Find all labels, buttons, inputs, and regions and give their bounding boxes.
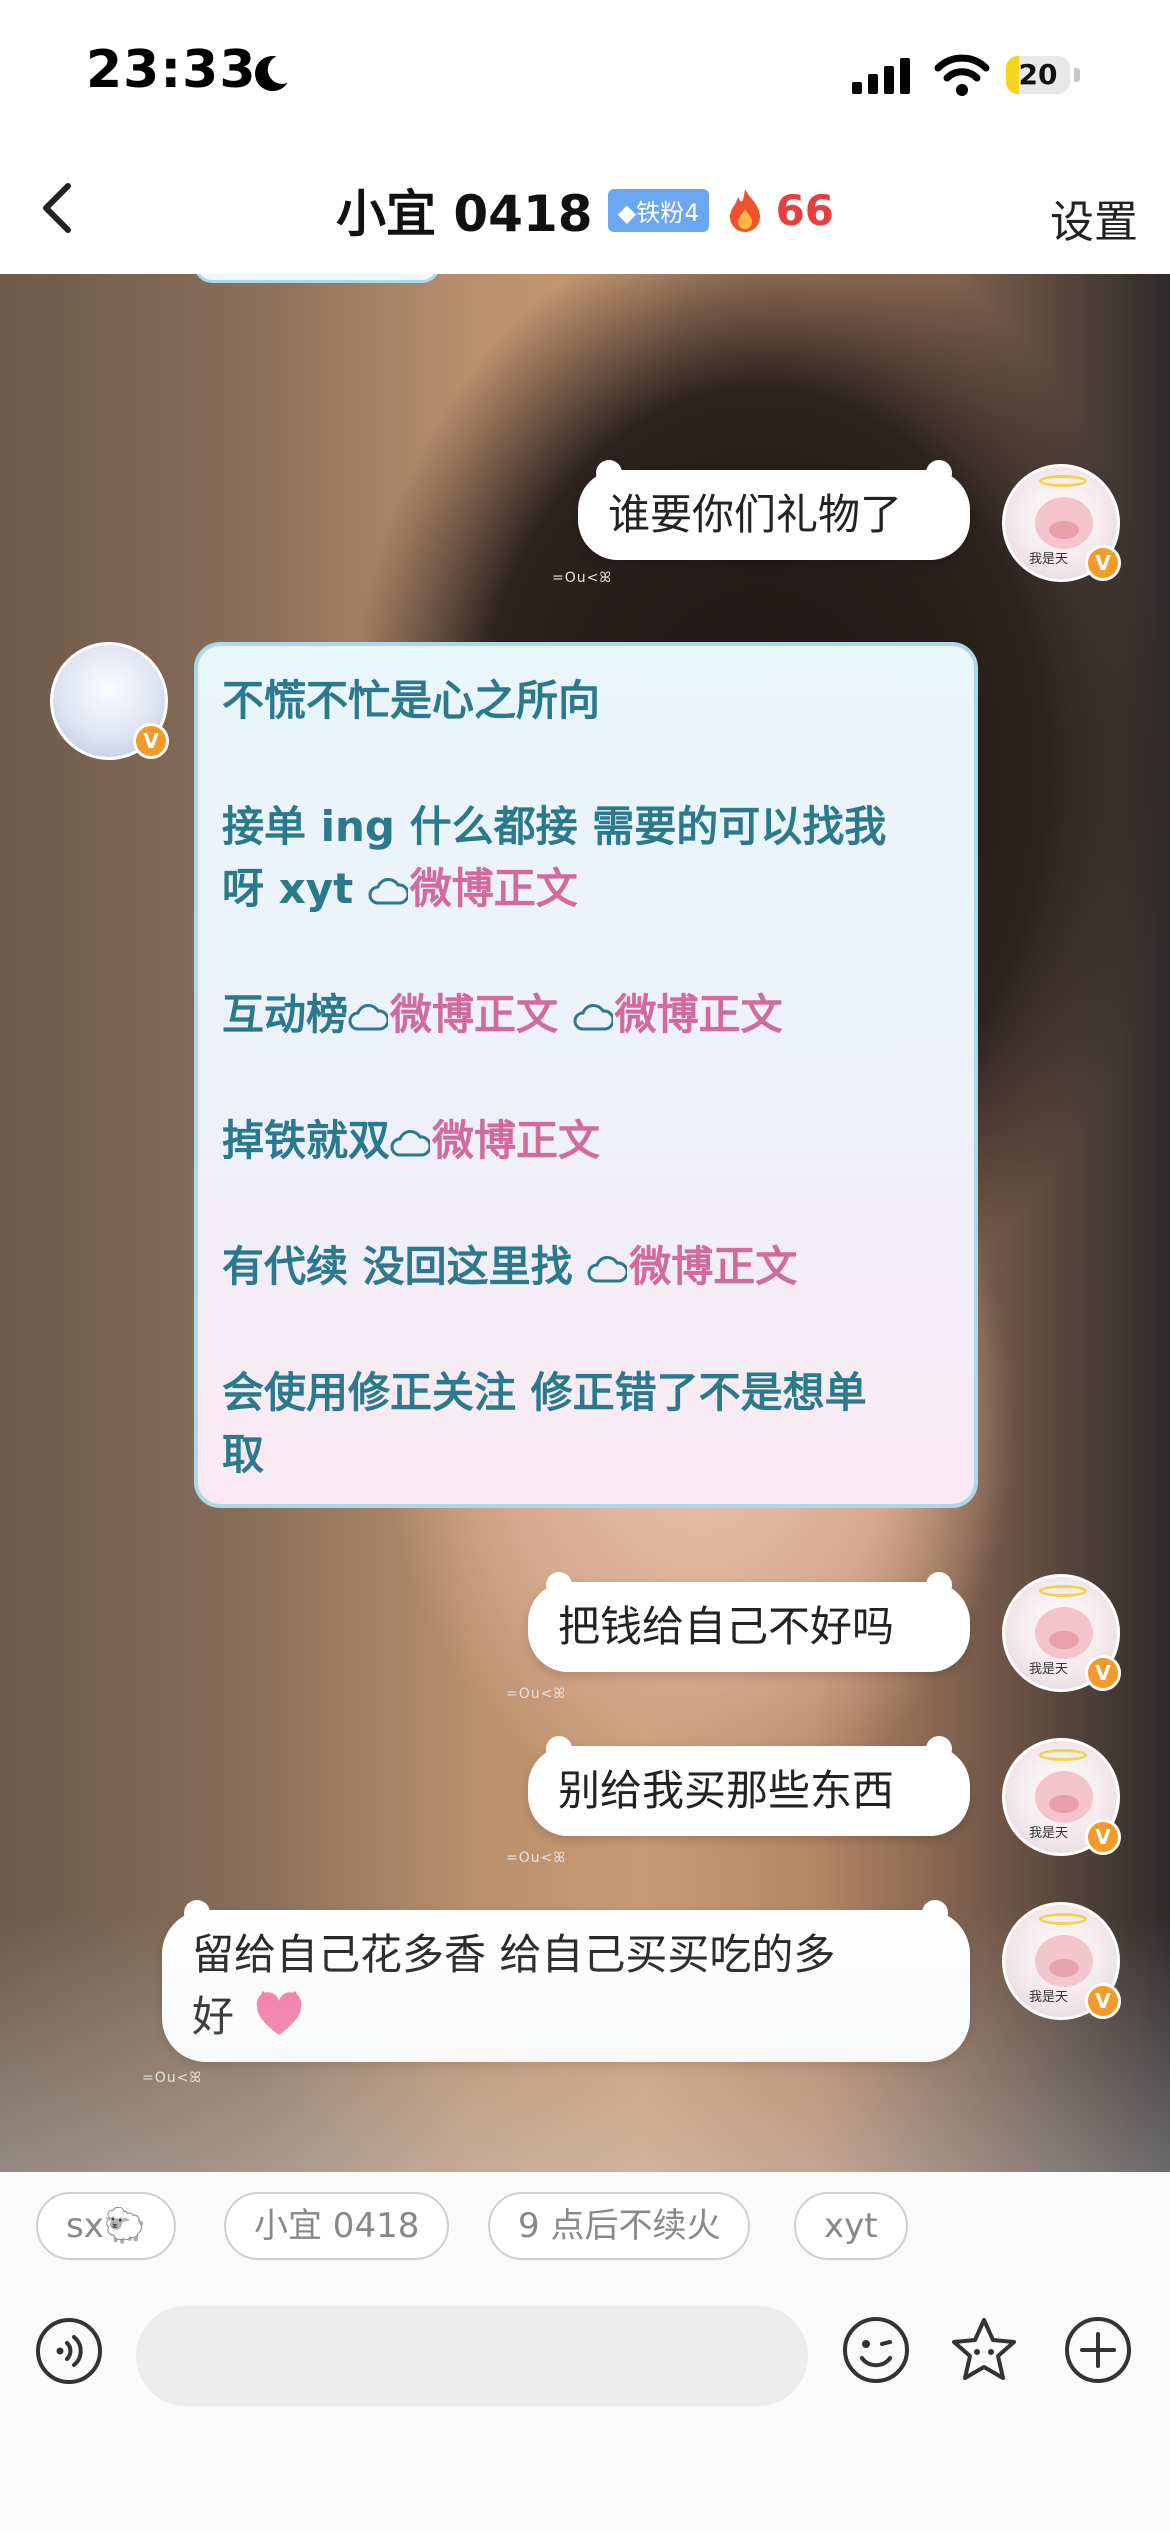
quick-reply-chip[interactable]: xyt (794, 2192, 908, 2260)
note-line: 接单 ing 什么都接 需要的可以找我 (222, 802, 887, 851)
verified-badge-icon: V (133, 723, 169, 759)
fan-level-label: 铁粉4 (636, 198, 700, 227)
message-bubble[interactable]: 谁要你们礼物了 (578, 460, 970, 560)
settings-button[interactable]: 设置 (1050, 186, 1138, 250)
verified-badge-icon: V (1085, 1983, 1121, 2019)
message-text: 谁要你们礼物了 (608, 490, 903, 539)
quick-reply-bar: sx🐑 小宜 0418 9 点后不续火 xyt (0, 2172, 1170, 2280)
status-time: 23:33 (86, 40, 257, 100)
emoji-icon[interactable] (840, 2314, 912, 2386)
verified-badge-icon: V (1085, 545, 1121, 581)
message-text: 留给自己花多香 给自己买买吃的多 (192, 1930, 836, 1979)
message-text: 好 (192, 1992, 235, 2041)
sticker-icon[interactable] (948, 2314, 1020, 2386)
voice-input-icon[interactable] (34, 2316, 104, 2386)
streak-count: 66 (775, 185, 835, 235)
message-text: 别给我买那些东西 (558, 1766, 895, 1815)
note-line: 掉铁就双 (222, 1116, 391, 1165)
cellular-signal-icon (852, 58, 910, 94)
bubble-decoration: =Ou<ꕤ (506, 1850, 567, 1866)
note-line: 取 (222, 1430, 265, 1479)
cloud-icon (587, 1256, 628, 1283)
chat-header: 小宜 0418 ◆铁粉4 66 设置 (0, 150, 1170, 274)
weibo-link[interactable]: 微博正文 (410, 864, 578, 913)
cloud-icon (348, 1004, 389, 1031)
cloud-icon (573, 1004, 613, 1031)
weibo-link[interactable]: 微博正文 (390, 990, 558, 1039)
battery-cap (1074, 68, 1080, 82)
fan-level-badge: ◆铁粉4 (607, 188, 710, 232)
note-line: 呀 xyt (222, 864, 368, 913)
note-line: 不慌不忙是心之所向 (222, 676, 601, 725)
cloud-icon (390, 1130, 431, 1157)
previous-message-edge (194, 274, 440, 283)
heart-icon (257, 1991, 302, 2035)
add-icon[interactable] (1062, 2314, 1134, 2386)
bubble-decoration: =Ou<ꕤ (142, 2070, 203, 2086)
note-line: 互动榜 (222, 990, 349, 1039)
avatar[interactable]: 我是天 V (1002, 1574, 1121, 1692)
quick-reply-chip[interactable]: 9 点后不续火 (488, 2192, 751, 2260)
moon-icon (255, 55, 288, 92)
bubble-decoration: =Ou<ꕤ (506, 1686, 567, 1702)
message-bubble[interactable]: 别给我买那些东西 (528, 1736, 970, 1836)
title-group: 小宜 0418 ◆铁粉4 66 (0, 174, 1170, 246)
battery-level-text: 20 (1018, 58, 1058, 91)
verified-badge-icon: V (1085, 1655, 1121, 1691)
weibo-link[interactable]: 微博正文 (629, 1242, 797, 1291)
message-bubble[interactable]: 把钱给自己不好吗 (528, 1572, 970, 1672)
weibo-link[interactable]: 微博正文 (432, 1116, 600, 1165)
message-text: 把钱给自己不好吗 (558, 1602, 895, 1651)
fire-icon (730, 189, 761, 232)
status-bar: 23:33 20 (0, 0, 1170, 150)
note-card-message[interactable]: 不慌不忙是心之所向 接单 ing 什么都接 需要的可以找我 呀 xyt 微博正文… (194, 642, 978, 1508)
input-bar (0, 2280, 1170, 2532)
note-line: 有代续 没回这里找 (222, 1242, 588, 1291)
cloud-icon (368, 878, 408, 905)
quick-reply-chip[interactable]: sx🐑 (36, 2192, 177, 2260)
bubble-decoration: =Ou<ꕤ (552, 570, 613, 586)
message-input[interactable] (136, 2306, 808, 2406)
battery-indicator: 20 (1006, 56, 1070, 94)
verified-badge-icon: V (1085, 1819, 1121, 1855)
quick-reply-chip[interactable]: 小宜 0418 (224, 2192, 450, 2260)
note-line: 会使用修正关注 修正错了不是想单 (222, 1368, 867, 1417)
avatar[interactable]: V (50, 642, 169, 760)
avatar[interactable]: 我是天 V (1002, 1902, 1121, 2020)
wifi-icon (934, 54, 990, 96)
chat-area[interactable]: 谁要你们礼物了 =Ou<ꕤ 我是天 V V 不慌不忙是心之所向 接单 ing 什… (0, 274, 1170, 2172)
avatar[interactable]: 我是天 V (1002, 1738, 1121, 1856)
message-bubble[interactable]: 留给自己花多香 给自己买买吃的多 好 (162, 1900, 970, 2062)
weibo-link[interactable]: 微博正文 (615, 990, 783, 1039)
avatar[interactable]: 我是天 V (1002, 464, 1121, 582)
chat-title: 小宜 0418 (335, 185, 593, 243)
